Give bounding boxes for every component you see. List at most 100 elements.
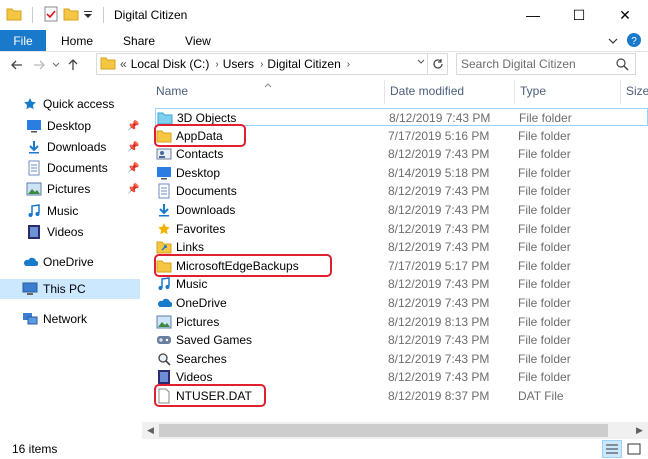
file-date: 8/12/2019 7:43 PM (389, 111, 491, 125)
up-button[interactable] (62, 54, 84, 76)
breadcrumb-separator[interactable]: › (215, 59, 218, 70)
close-button[interactable]: ✕ (602, 0, 648, 30)
file-name: Desktop (176, 165, 221, 180)
table-row[interactable]: Searches 8/12/2019 7:43 PM File folder (155, 350, 648, 368)
file-type: File folder (518, 314, 571, 329)
properties-icon[interactable] (43, 6, 59, 25)
nav-label: Music (47, 204, 79, 218)
nav-item-music[interactable]: Music (26, 201, 78, 221)
customize-toolbar-icon[interactable] (83, 8, 93, 22)
table-row[interactable]: OneDrive 8/12/2019 7:43 PM File folder (155, 294, 648, 312)
column-header-size[interactable]: Size (620, 80, 648, 102)
file-name: Saved Games (176, 333, 253, 348)
file-name-cell: Contacts (156, 145, 223, 163)
column-header-name[interactable]: Name (150, 80, 384, 102)
table-row[interactable]: Music 8/12/2019 7:43 PM File folder (155, 275, 648, 293)
table-row[interactable]: Pictures 8/12/2019 8:13 PM File folder (155, 313, 648, 331)
scroll-right-button[interactable]: ▶ (631, 422, 648, 439)
tab-share[interactable]: Share (108, 30, 170, 51)
svg-text:?: ? (631, 36, 637, 47)
videos-icon (26, 224, 42, 240)
recent-locations-button[interactable] (50, 54, 62, 76)
breadcrumb-users[interactable]: Users (223, 57, 254, 71)
pin-icon[interactable]: 📌 (127, 142, 139, 153)
tab-home[interactable]: Home (46, 30, 108, 51)
help-icon[interactable]: ? (626, 32, 642, 51)
nav-item-desktop[interactable]: Desktop (26, 116, 91, 136)
file-name-cell: Music (156, 275, 207, 293)
breadcrumb-digital-citizen[interactable]: Digital Citizen (267, 57, 340, 71)
window-title: Digital Citizen (114, 8, 188, 22)
nav-label: Network (43, 312, 88, 326)
links-icon (156, 239, 172, 255)
breadcrumb-local-disk[interactable]: Local Disk (C:) (131, 57, 210, 71)
star-icon (22, 96, 38, 112)
file-name-cell: Downloads (156, 201, 235, 219)
file-name: Videos (176, 370, 213, 385)
forward-button[interactable] (28, 54, 50, 76)
highlight-annotation (154, 253, 332, 277)
table-row[interactable]: Saved Games 8/12/2019 7:43 PM File folder (155, 331, 648, 349)
search-icon[interactable] (616, 58, 629, 74)
file-type: File folder (518, 296, 571, 310)
search-input[interactable] (461, 57, 611, 71)
new-folder-icon[interactable] (63, 7, 79, 24)
file-type: File folder (518, 203, 571, 217)
nav-label: Downloads (47, 140, 107, 154)
breadcrumb-overflow[interactable]: « (120, 57, 127, 71)
refresh-button[interactable] (427, 54, 447, 74)
nav-item-onedrive[interactable]: OneDrive (22, 252, 94, 272)
breadcrumb-separator[interactable]: › (347, 59, 350, 70)
file-date: 8/12/2019 8:37 PM (388, 389, 490, 403)
up-arrow-icon (68, 59, 78, 70)
column-header-date[interactable]: Date modified (384, 80, 514, 102)
nav-label: Pictures (47, 182, 91, 196)
pin-icon[interactable]: 📌 (127, 121, 139, 132)
breadcrumb-separator[interactable]: › (260, 59, 263, 70)
table-row[interactable]: Contacts 8/12/2019 7:43 PM File folder (155, 145, 648, 163)
ribbon-right-controls: ? (608, 30, 648, 52)
nav-item-this-pc[interactable]: This PC (0, 279, 140, 299)
column-header-type[interactable]: Type (514, 80, 624, 102)
documents-icon (156, 183, 172, 199)
desktop-icon (156, 165, 172, 181)
address-bar[interactable]: « Local Disk (C:) › Users › Digital Citi… (96, 53, 448, 75)
nav-item-documents[interactable]: Documents (26, 158, 108, 178)
expand-ribbon-icon[interactable] (608, 34, 618, 48)
file-name-cell: Saved Games (156, 331, 252, 349)
details-view-button[interactable] (602, 440, 622, 458)
address-dropdown-icon[interactable] (417, 57, 425, 67)
nav-item-quick-access[interactable]: Quick access (22, 94, 114, 114)
large-icons-view-icon (627, 443, 641, 455)
toolbar-divider (32, 7, 33, 23)
table-row[interactable]: Documents 8/12/2019 7:43 PM File folder (155, 182, 648, 200)
horizontal-scrollbar[interactable]: ◀ ▶ (142, 422, 648, 439)
scroll-left-button[interactable]: ◀ (142, 422, 159, 439)
table-row[interactable]: Downloads 8/12/2019 7:43 PM File folder (155, 201, 648, 219)
download-icon (26, 139, 42, 155)
table-row[interactable]: Favorites 8/12/2019 7:43 PM File folder (155, 220, 648, 238)
file-name-cell: Searches (156, 350, 227, 368)
nav-item-downloads[interactable]: Downloads (26, 137, 106, 157)
videos-icon (156, 369, 172, 385)
file-name-cell: Favorites (156, 220, 225, 238)
minimize-button[interactable]: — (510, 0, 556, 30)
file-date: 8/12/2019 7:43 PM (388, 277, 490, 292)
folder-icon[interactable] (6, 7, 22, 24)
nav-item-network[interactable]: Network (22, 309, 87, 329)
pin-icon[interactable]: 📌 (127, 184, 139, 195)
file-type: File folder (518, 184, 571, 199)
pin-icon[interactable]: 📌 (127, 163, 139, 174)
scrollbar-thumb[interactable] (159, 424, 608, 437)
nav-item-videos[interactable]: Videos (26, 222, 83, 242)
nav-item-pictures[interactable]: Pictures (26, 179, 90, 199)
tab-view[interactable]: View (170, 30, 226, 51)
item-count: 16 items (12, 442, 58, 456)
back-button[interactable] (6, 54, 28, 76)
table-row[interactable]: Desktop 8/14/2019 5:18 PM File folder (155, 164, 648, 182)
status-bar: 16 items (0, 439, 648, 459)
large-icons-view-button[interactable] (624, 440, 644, 458)
search-box[interactable] (456, 53, 636, 75)
file-tab[interactable]: File (0, 30, 46, 51)
maximize-button[interactable]: ☐ (556, 0, 602, 30)
